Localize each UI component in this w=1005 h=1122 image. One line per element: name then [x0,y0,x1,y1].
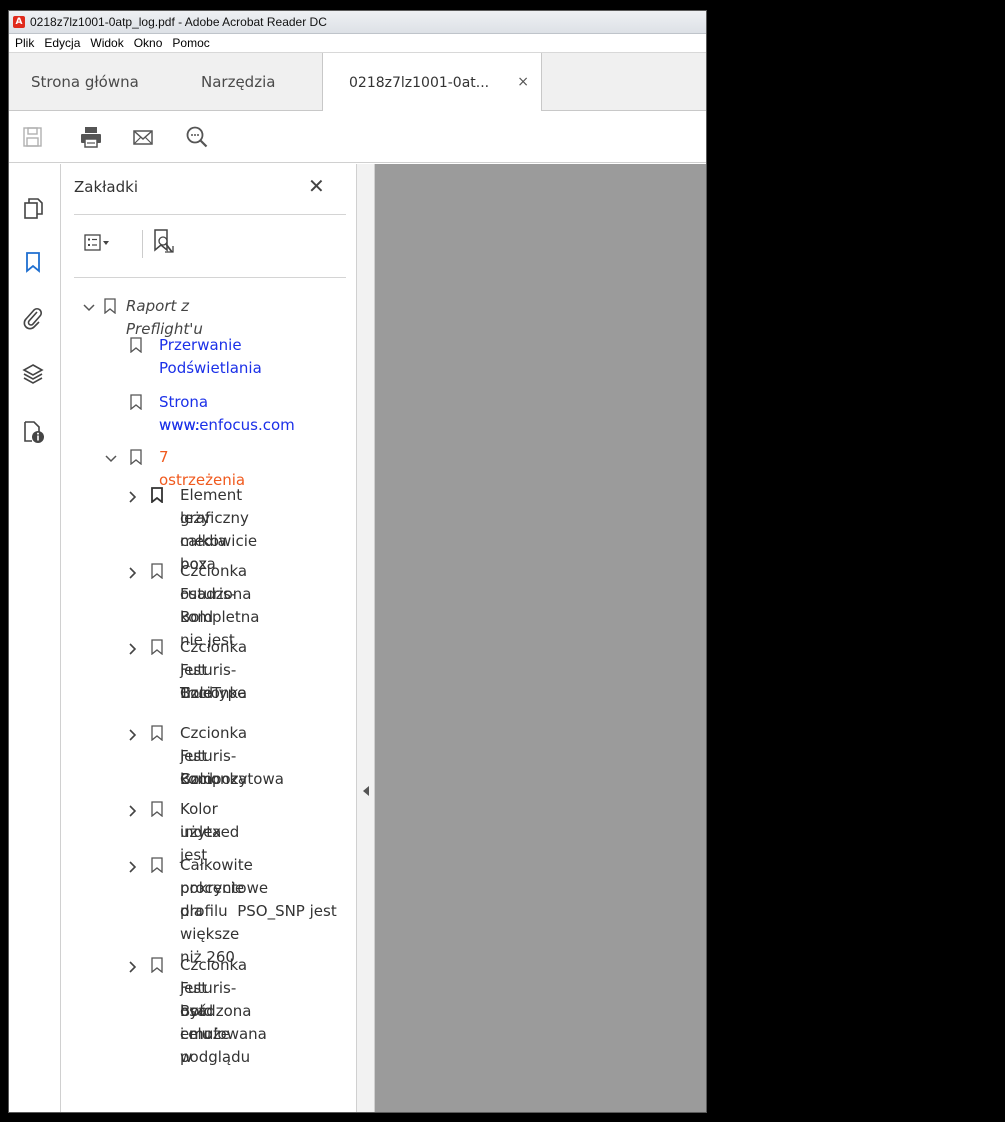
email-icon[interactable] [131,125,155,149]
chevron-right-icon[interactable] [126,960,140,974]
bookmark-icon [130,394,142,410]
tab-document[interactable]: 0218z7lz1001-0at... × [322,53,542,112]
bookmark-label-line3: TrueType [180,684,247,702]
tab-tools[interactable]: Narzędzia [201,53,275,111]
print-icon[interactable] [79,125,103,149]
document-view[interactable] [375,164,706,1112]
bookmark-icon [104,298,116,314]
bookmark-icon [151,725,163,741]
chevron-right-icon[interactable] [126,642,140,656]
bookmark-label-line2: użyta [180,823,222,841]
chevron-down-icon[interactable] [82,301,96,315]
bookmark-label-line4: celu podglądu [180,1025,251,1066]
menu-widok[interactable]: Widok [90,36,123,50]
acrobat-window: A 0218z7lz1001-0atp_log.pdf - Adobe Acro… [8,10,707,1113]
divider [74,277,346,278]
bookmark-options-icon[interactable] [84,234,110,252]
bookmark-icon [130,449,142,465]
page-thumbnails-icon[interactable] [21,196,45,220]
tab-close-icon[interactable]: × [517,74,529,90]
bookmark-icon [151,487,163,503]
bookmark-label-line2: www.enfocus.com [159,416,295,434]
save-icon[interactable] [21,125,45,149]
window-title: 0218z7lz1001-0atp_log.pdf - Adobe Acroba… [30,15,327,29]
bookmark-icon [151,857,163,873]
divider [74,214,346,215]
tab-home-label: Strona główna [31,73,139,91]
chevron-right-icon[interactable] [126,804,140,818]
chevron-right-icon[interactable] [126,490,140,504]
tab-bar: Strona główna Narzędzia 0218z7lz1001-0at… [9,53,706,112]
attachments-icon[interactable] [21,306,45,330]
tab-home[interactable]: Strona główna [31,53,139,111]
chevron-right-icon[interactable] [126,728,140,742]
menu-plik[interactable]: Plik [15,36,34,50]
tab-document-label: 0218z7lz1001-0at... [349,74,490,91]
menu-okno[interactable]: Okno [134,36,163,50]
menu-bar: Plik Edycja Widok Okno Pomoc [9,34,706,53]
chevron-right-icon[interactable] [126,860,140,874]
bookmark-label-line3: kompletna [180,608,260,626]
bookmark-icon [130,337,142,353]
title-bar: A 0218z7lz1001-0atp_log.pdf - Adobe Acro… [9,11,706,34]
bookmark-icon [151,639,163,655]
document-info-icon[interactable] [21,420,45,444]
bookmark-icon [151,957,163,973]
collapse-panel-arrow-icon[interactable] [363,786,369,796]
navigation-rail [9,164,61,1112]
bookmark-label-line3: profilu PSO_SNP jest [180,902,337,920]
bookmark-label-line2: Podświetlania [159,359,262,377]
bookmark-label-line1: Przerwanie [159,336,242,354]
toolbar [9,111,706,163]
panel-close-icon[interactable]: ✕ [308,174,325,198]
zoom-icon[interactable] [185,125,209,149]
panel-title: Zakładki [74,178,138,196]
bookmark-panel-icon[interactable] [21,250,45,274]
chevron-down-icon[interactable] [104,452,118,466]
toolbar-separator [142,230,143,258]
panel-splitter[interactable] [356,164,375,1112]
bookmarks-panel: Zakładki ✕ Raport z Preflight'u Przerwan… [62,164,356,1112]
bookmark-icon [151,563,163,579]
menu-edycja[interactable]: Edycja [44,36,80,50]
layers-icon[interactable] [21,362,45,386]
bookmark-icon [151,801,163,817]
new-bookmark-icon[interactable] [152,228,176,256]
bookmark-label-line3: kompozytowa [180,770,284,788]
tab-tools-label: Narzędzia [201,73,276,91]
chevron-right-icon[interactable] [126,566,140,580]
acrobat-app-icon: A [13,16,25,28]
menu-pomoc[interactable]: Pomoc [172,36,209,50]
